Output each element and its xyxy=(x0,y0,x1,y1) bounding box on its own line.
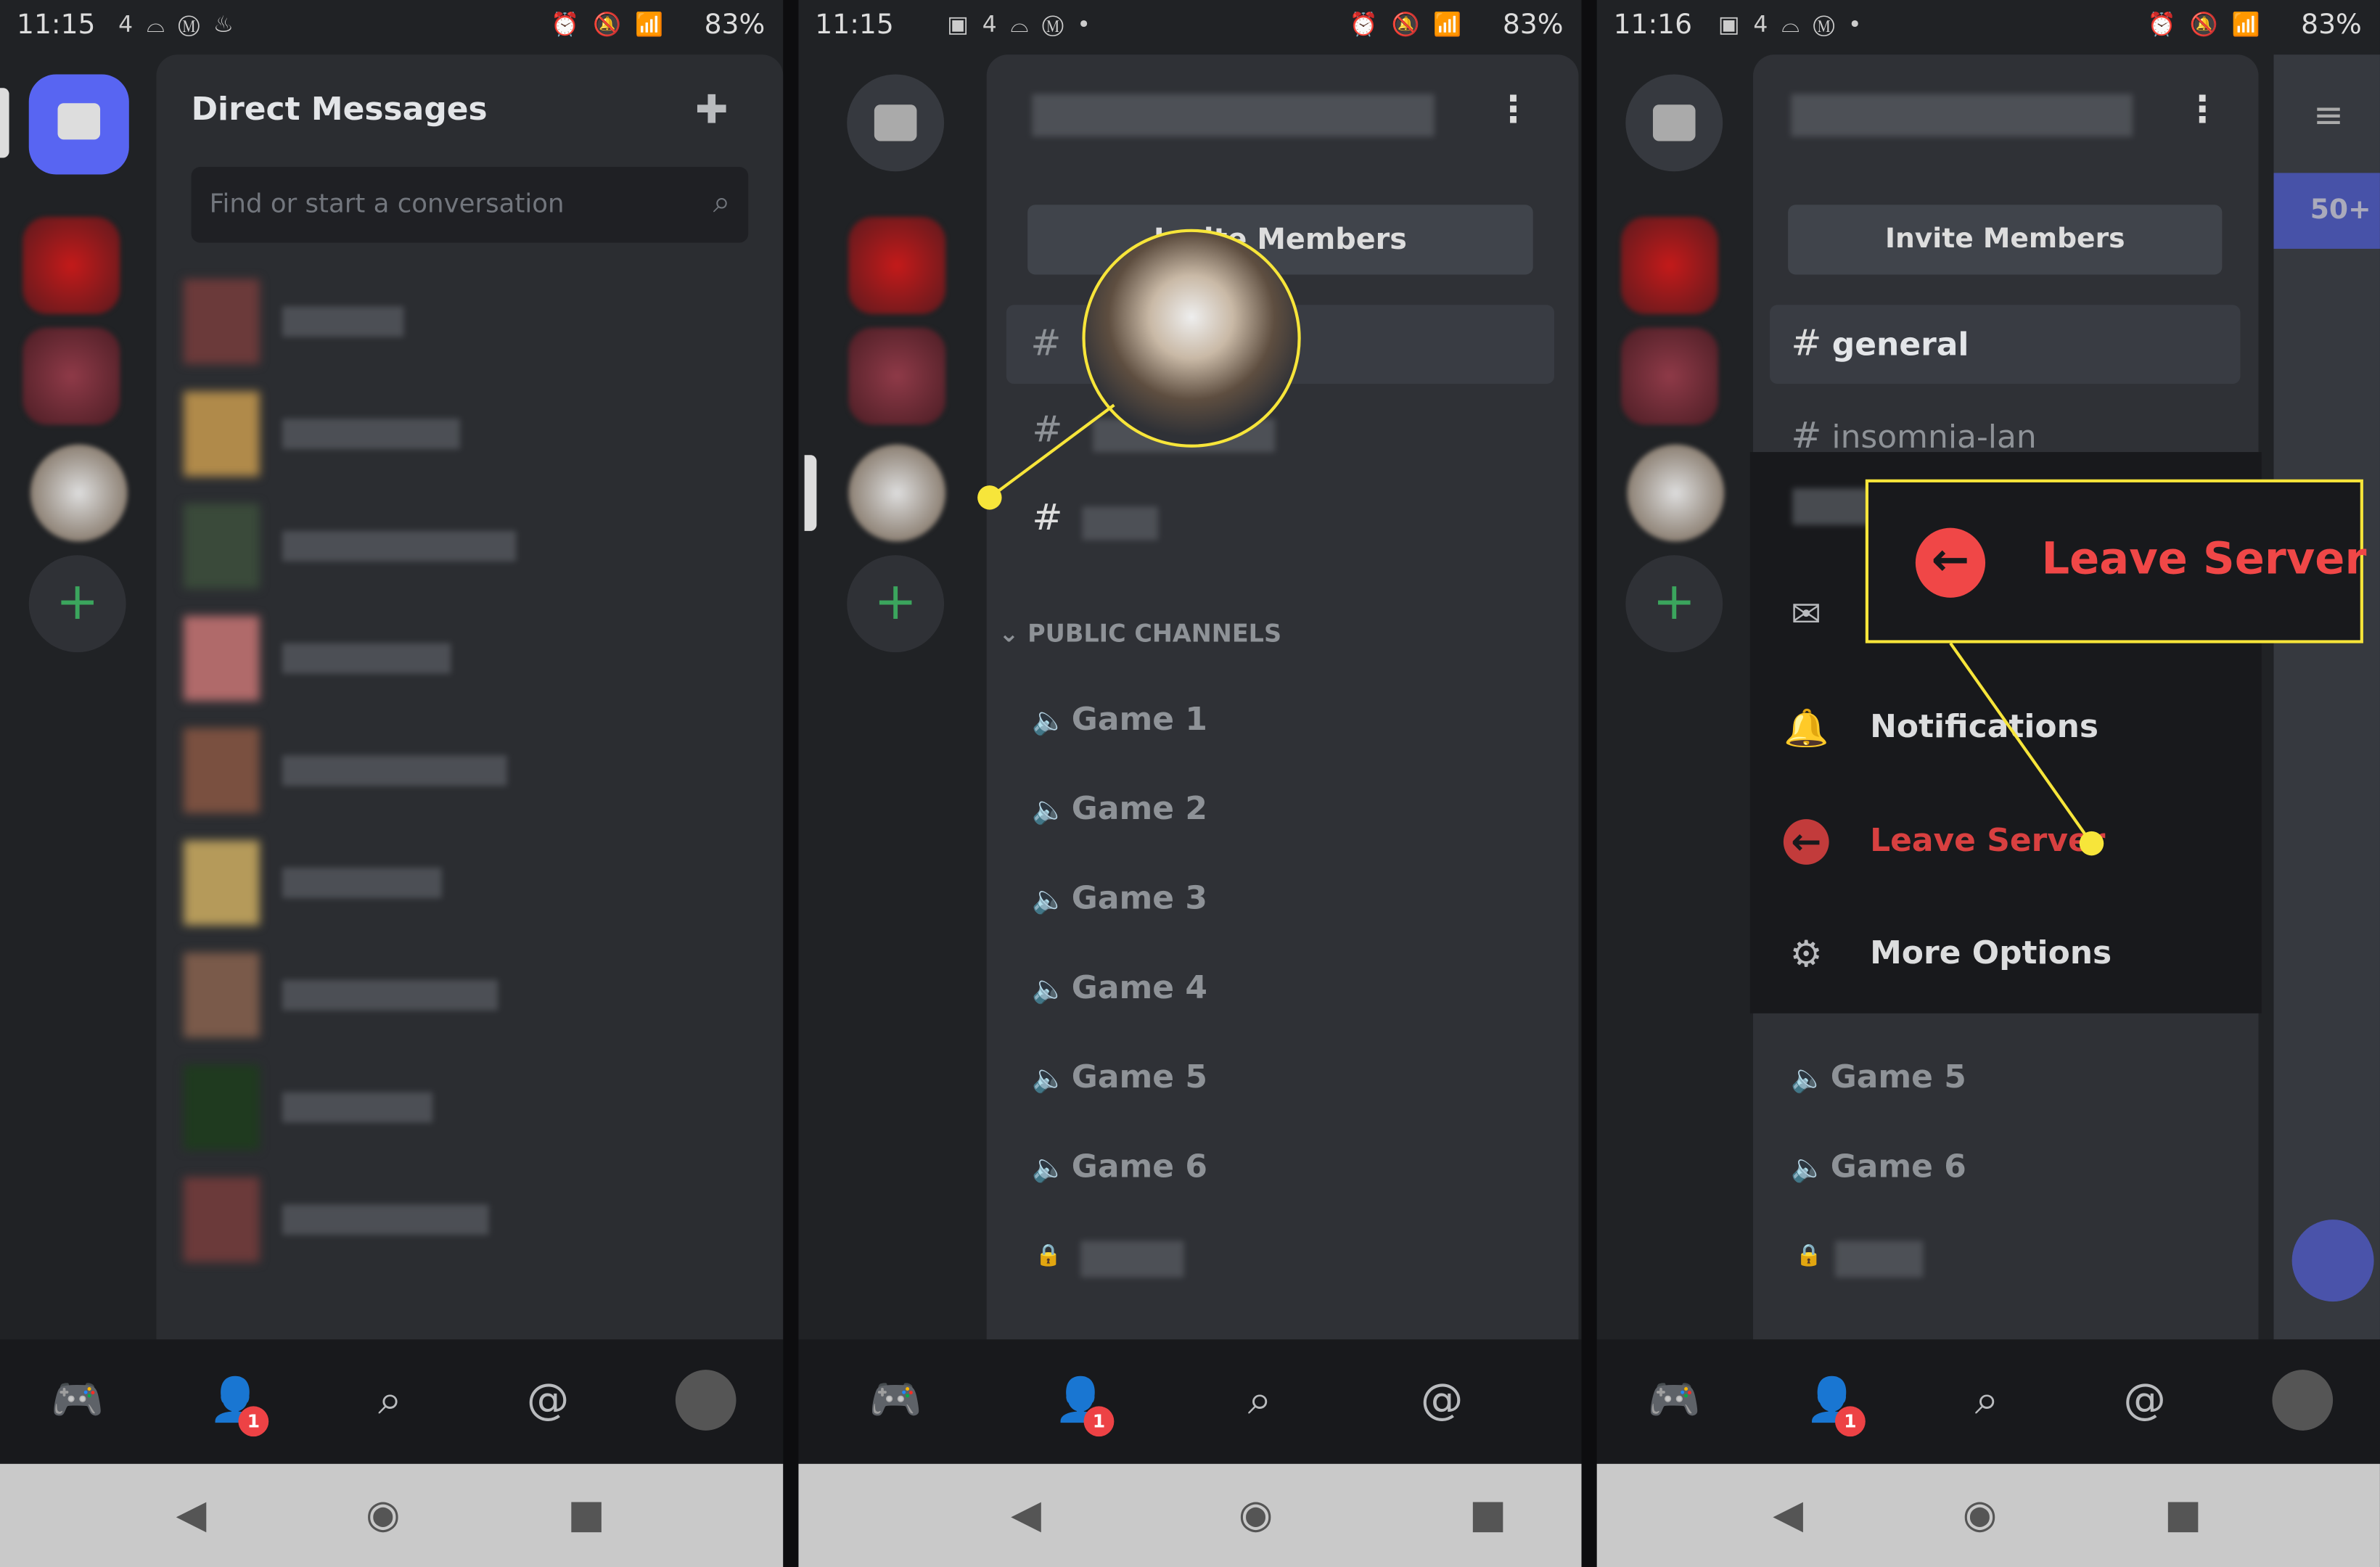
dm-name-redacted xyxy=(282,1204,489,1235)
android-nav-bar: ◀ ◉ ■ xyxy=(0,1463,784,1567)
search-icon: ⌕ xyxy=(713,184,731,221)
avatar xyxy=(184,728,260,813)
android-nav-bar: ◀ ◉ ■ xyxy=(1596,1463,2380,1567)
dm-list-item[interactable] xyxy=(184,1064,760,1150)
dm-list-item[interactable] xyxy=(184,728,760,813)
recents-icon[interactable]: ■ xyxy=(2164,1494,2202,1537)
discord-home-icon[interactable]: 🎮 xyxy=(1644,1370,1704,1431)
panel-server-selected: 11:15 ▣4⌓Ⓜ• ⏰🔕📶 83% + ⋮ Invite Members #… xyxy=(798,0,1582,1567)
notification-badge: 1 xyxy=(1083,1406,1115,1437)
dm-name-redacted xyxy=(282,1092,433,1123)
new-dm-icon[interactable]: ✚ xyxy=(695,88,729,133)
dm-list-item[interactable] xyxy=(184,391,760,477)
avatar xyxy=(184,615,260,702)
recents-icon[interactable]: ■ xyxy=(1469,1494,1506,1537)
search-icon[interactable]: ⌕ xyxy=(1956,1370,2017,1431)
status-time: 11:15 xyxy=(17,9,96,41)
panel-divider xyxy=(1581,0,1597,1567)
home-icon[interactable]: ◉ xyxy=(366,1494,400,1537)
add-server-button[interactable]: + xyxy=(28,555,126,653)
system-icons: ⏰🔕📶 xyxy=(551,10,677,38)
dm-list-item[interactable] xyxy=(184,953,760,1038)
discord-home-icon[interactable]: 🎮 xyxy=(47,1370,108,1431)
friends-icon[interactable]: 👤 1 xyxy=(1051,1370,1115,1437)
search-icon[interactable]: ⌕ xyxy=(360,1370,421,1431)
bottom-tab-bar: 🎮 👤 1 ⌕ @ xyxy=(798,1339,1582,1464)
notification-icons: 4⌓Ⓜ♨ xyxy=(118,10,247,38)
avatar xyxy=(184,391,260,477)
back-icon[interactable]: ◀ xyxy=(176,1494,207,1537)
dm-list-item[interactable] xyxy=(184,279,760,364)
dm-name-redacted xyxy=(282,755,507,786)
callout-connector xyxy=(977,403,1115,510)
avatar xyxy=(184,953,260,1038)
dm-name-redacted xyxy=(282,643,451,674)
panel-direct-messages: 11:15 4⌓Ⓜ♨ ⏰🔕📶 83% + Direct Messages ✚ F… xyxy=(0,0,784,1567)
dm-panel: Direct Messages ✚ Find or start a conver… xyxy=(156,54,784,1340)
chat-bubble-icon xyxy=(57,103,101,140)
dm-name-redacted xyxy=(282,979,498,1011)
search-icon[interactable]: ⌕ xyxy=(1229,1370,1290,1431)
server-icon[interactable] xyxy=(22,217,120,314)
back-icon[interactable]: ◀ xyxy=(1773,1494,1803,1537)
notification-badge: 1 xyxy=(1834,1406,1866,1437)
friends-icon[interactable]: 👤 1 xyxy=(205,1370,269,1437)
recents-icon[interactable]: ■ xyxy=(567,1494,604,1537)
page-title: Direct Messages xyxy=(191,91,488,128)
status-bar: 11:15 4⌓Ⓜ♨ ⏰🔕📶 83% xyxy=(0,0,783,54)
avatar xyxy=(184,1177,260,1262)
avatar[interactable] xyxy=(675,1370,736,1431)
callout-dot xyxy=(2079,831,2104,856)
selected-indicator xyxy=(0,88,9,158)
avatar xyxy=(184,503,260,589)
battery-level: 83% xyxy=(704,9,766,41)
callout-line xyxy=(1949,642,2093,844)
bottom-tab-bar: 🎮 👤 1 ⌕ @ xyxy=(0,1339,784,1464)
dm-list-item[interactable] xyxy=(184,840,760,926)
dm-list-item[interactable] xyxy=(184,503,760,589)
home-icon[interactable]: ◉ xyxy=(1963,1494,1997,1537)
dm-list-item[interactable] xyxy=(184,1177,760,1262)
notification-badge: 1 xyxy=(238,1406,269,1437)
avatar[interactable] xyxy=(2272,1370,2334,1431)
dm-name-redacted xyxy=(282,530,517,562)
panel-leave-server: 11:16 ▣4⌓Ⓜ• ⏰🔕📶 83% + ⋮ Invite Members #… xyxy=(1596,0,2380,1567)
avatar xyxy=(184,840,260,926)
search-placeholder: Find or start a conversation xyxy=(209,189,565,221)
mentions-icon[interactable]: @ xyxy=(1411,1370,1472,1431)
friends-icon[interactable]: 👤 1 xyxy=(1802,1370,1866,1437)
avatar xyxy=(184,279,260,364)
dm-name-redacted xyxy=(282,419,460,449)
callout-line xyxy=(988,403,1115,499)
tutorial-screenshot: 11:15 4⌓Ⓜ♨ ⏰🔕📶 83% + Direct Messages ✚ F… xyxy=(0,0,2380,1567)
mentions-icon[interactable]: @ xyxy=(2114,1370,2175,1431)
avatar xyxy=(184,1064,260,1150)
server-icon[interactable] xyxy=(30,444,128,542)
bottom-tab-bar: 🎮 👤 1 ⌕ @ xyxy=(1596,1339,2380,1464)
panel-divider xyxy=(783,0,799,1567)
home-icon[interactable]: ◉ xyxy=(1239,1494,1273,1537)
dm-list-item[interactable] xyxy=(184,615,760,702)
dm-name-redacted xyxy=(282,306,404,337)
android-nav-bar: ◀ ◉ ■ xyxy=(798,1463,1582,1567)
server-icon[interactable] xyxy=(22,327,120,425)
back-icon[interactable]: ◀ xyxy=(1011,1494,1041,1537)
home-dm-button[interactable] xyxy=(28,74,129,175)
callout-connector xyxy=(1949,642,2104,856)
callout-dot xyxy=(977,485,1002,510)
discord-home-icon[interactable]: 🎮 xyxy=(865,1370,926,1431)
dm-name-redacted xyxy=(282,868,442,898)
search-input[interactable]: Find or start a conversation ⌕ xyxy=(191,167,749,243)
mentions-icon[interactable]: @ xyxy=(517,1370,578,1431)
